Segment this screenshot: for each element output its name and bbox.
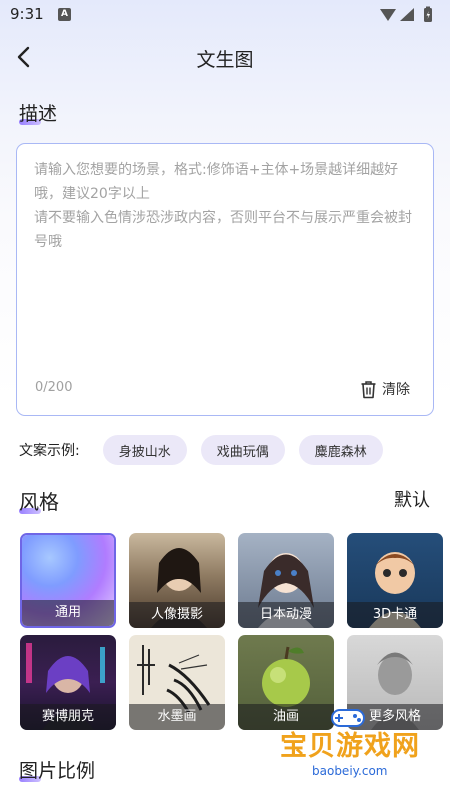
char-counter: 0/200 [35, 380, 73, 395]
style-card-label: 赛博朋克 [20, 704, 116, 730]
style-title-text: 风格 [19, 490, 59, 514]
style-card-label: 通用 [22, 600, 114, 626]
description-title-text: 描述 [19, 103, 58, 125]
watermark-logo: 宝贝游戏网 baobeiy.com [276, 706, 426, 796]
trash-icon [361, 380, 376, 398]
example-chip[interactable]: 麋鹿森林 [298, 435, 383, 465]
example-row: 文案示例: 身披山水 戏曲玩偶 麋鹿森林 [19, 434, 397, 466]
cellular-icon [400, 8, 414, 21]
example-chip[interactable]: 戏曲玩偶 [200, 435, 285, 465]
example-chip[interactable]: 身披山水 [102, 435, 187, 465]
watermark-text: 宝贝游戏网 [280, 731, 420, 762]
examples-label: 文案示例: [19, 443, 80, 459]
clear-button[interactable]: 清除 [360, 379, 410, 399]
status-icons [378, 6, 438, 28]
style-default-button[interactable]: 默认 [394, 486, 430, 512]
description-placeholder: 请输入您想要的场景，格式:修饰语+主体+场景越详细越好哦，建议20字以上 请不要… [34, 162, 412, 250]
clear-label: 清除 [382, 382, 410, 398]
style-card-ink-painting[interactable]: 水墨画 [129, 635, 225, 730]
description-title: 描述 [19, 99, 57, 126]
signal-icon [380, 9, 396, 21]
page-title: 文生图 [196, 49, 254, 71]
status-time: 9:31 [10, 5, 44, 23]
style-card-label: 日本动漫 [238, 602, 334, 628]
style-card-3d-cartoon[interactable]: 3D卡通 [347, 533, 443, 628]
style-card-cyberpunk[interactable]: 赛博朋克 [20, 635, 116, 730]
style-title: 风格 [19, 486, 59, 515]
battery-icon [424, 6, 432, 22]
image-ratio-title-text: 图片比例 [19, 760, 96, 782]
notification-icon: A [58, 8, 71, 21]
style-card-general[interactable]: 通用 [20, 533, 116, 628]
description-textarea[interactable]: 请输入您想要的场景，格式:修饰语+主体+场景越详细越好哦，建议20字以上 请不要… [16, 143, 434, 416]
status-bar: 9:31 A [0, 0, 450, 30]
style-card-portrait[interactable]: 人像摄影 [129, 533, 225, 628]
style-card-label: 人像摄影 [129, 602, 225, 628]
watermark-url: baobeiy.com [312, 764, 388, 778]
style-card-label: 水墨画 [129, 704, 225, 730]
image-ratio-title: 图片比例 [19, 756, 95, 783]
style-card-label: 3D卡通 [347, 602, 443, 628]
style-card-anime[interactable]: 日本动漫 [238, 533, 334, 628]
